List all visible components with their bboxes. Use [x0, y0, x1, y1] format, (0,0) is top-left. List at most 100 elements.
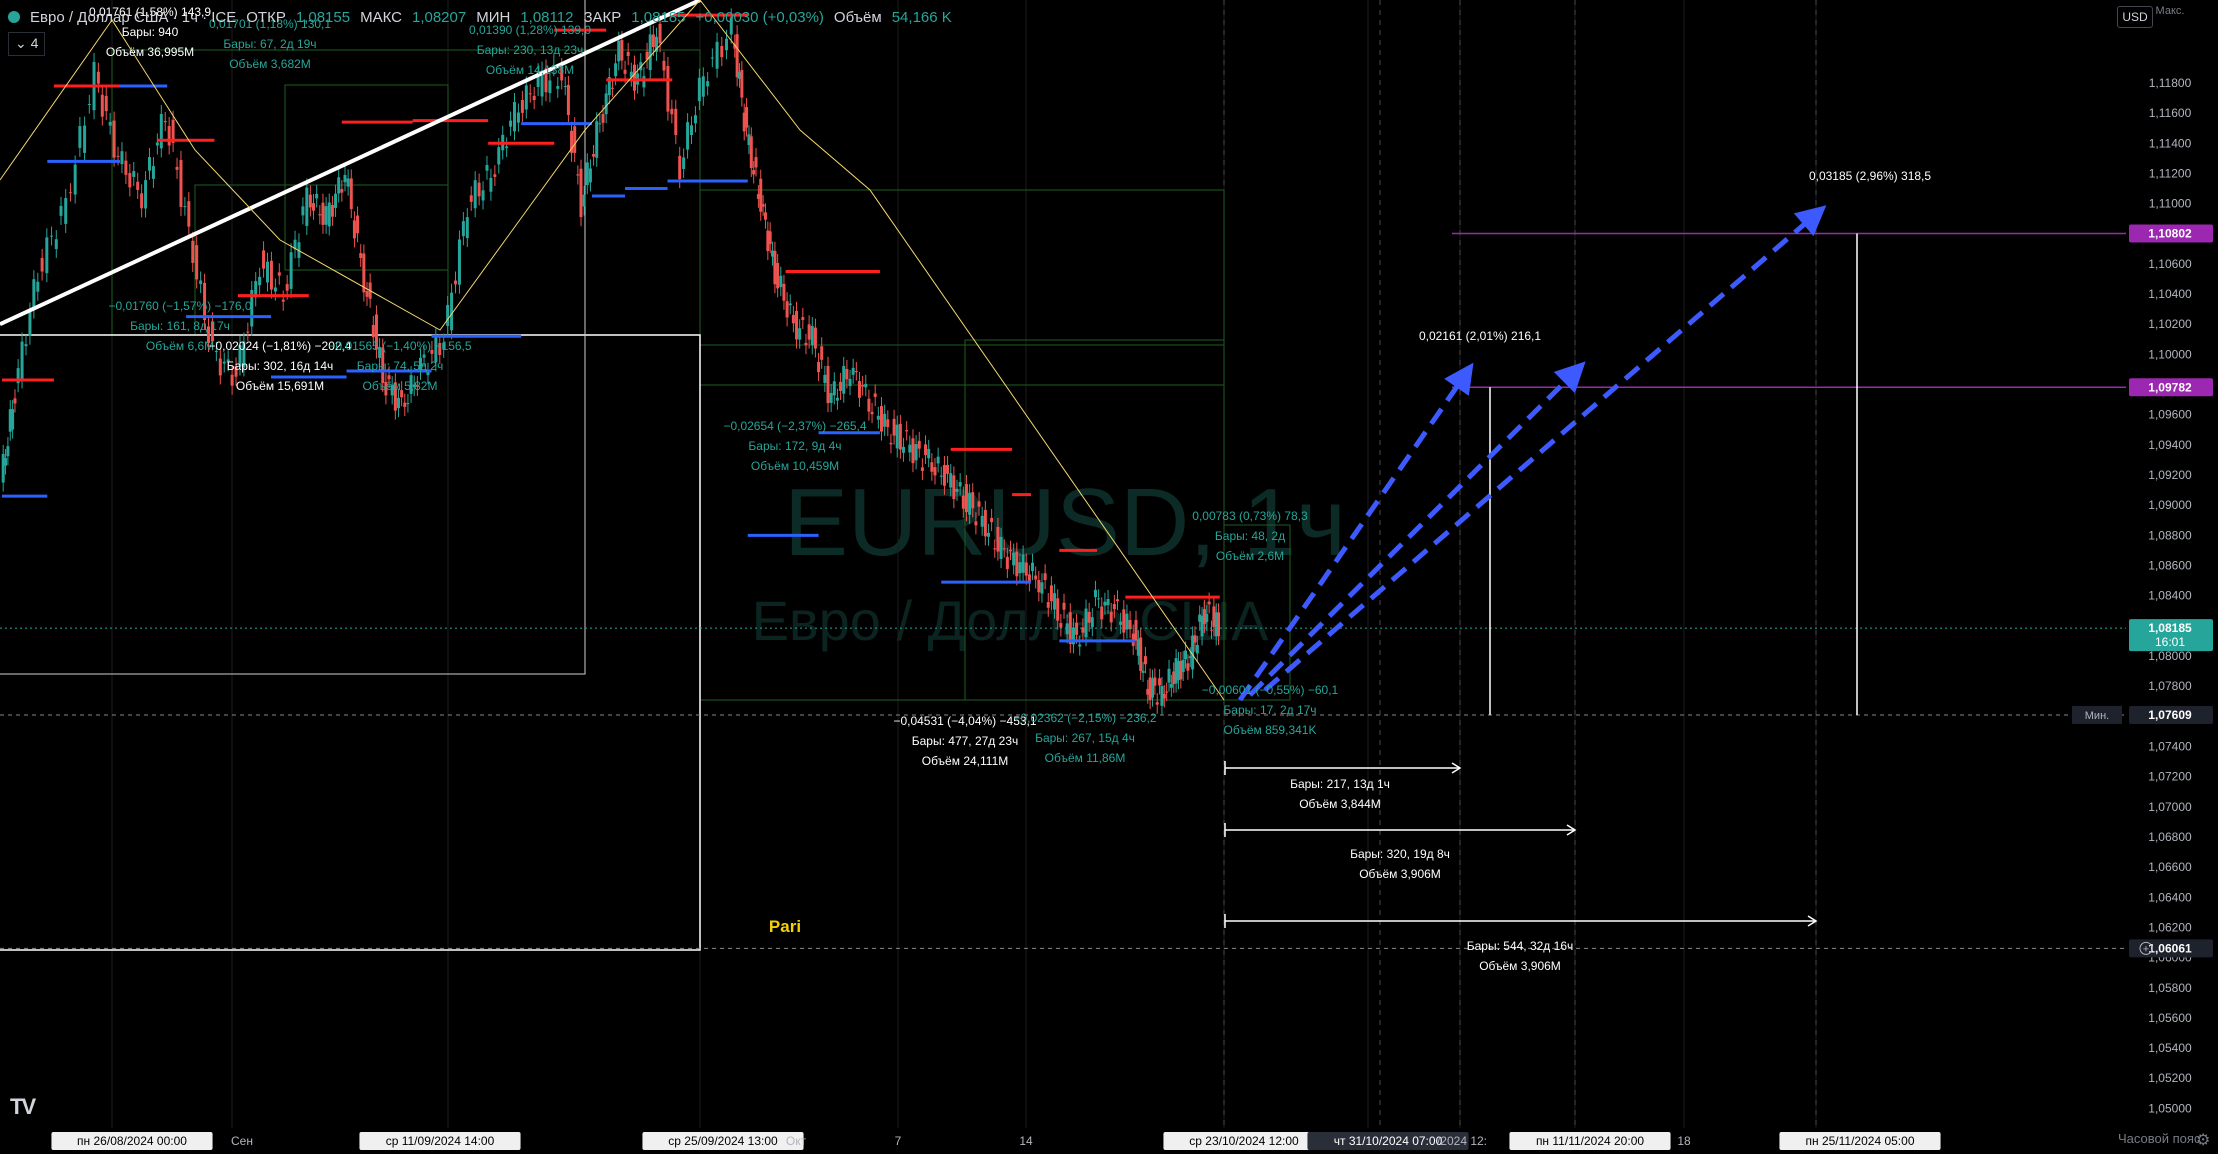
candle-body — [952, 475, 956, 500]
measure-label: Объём 11,86M — [1045, 751, 1126, 765]
measure-label: 0,02161 (2,01%) 216,1 — [1419, 329, 1541, 343]
candle-body — [6, 446, 10, 457]
min-tag: Мин. — [2085, 710, 2109, 722]
measure-label: Объём 859,341K — [1224, 723, 1317, 737]
candle-body — [108, 121, 112, 126]
candle-body — [128, 173, 132, 188]
candle-body — [183, 206, 187, 208]
candle-body — [548, 80, 552, 94]
candle-body — [59, 205, 63, 216]
candle-body — [330, 204, 334, 217]
candle-body — [148, 157, 151, 171]
candle-body — [939, 475, 943, 477]
time-label: пн 25/11/2024 05:00 — [1806, 1134, 1915, 1148]
open-value: 1,08155 — [295, 8, 351, 26]
candle-body — [1084, 608, 1088, 638]
symbol-title[interactable]: Евро / Доллар США · 1ч · ICE — [30, 9, 236, 26]
candle-body — [24, 344, 28, 347]
currency-button[interactable]: USD — [2117, 6, 2153, 28]
price-label: 1,07609 — [2148, 708, 2192, 722]
close-label: ЗАКР — [583, 8, 622, 26]
candle-body — [266, 261, 269, 283]
price-tick: 1,07000 — [2148, 800, 2192, 814]
measure-label: Бары: 17, 2д 17ч — [1223, 703, 1316, 717]
tradingview-logo-icon[interactable]: TV — [10, 1094, 36, 1120]
price-tick: 1,10200 — [2148, 317, 2192, 331]
candle-body — [936, 456, 940, 464]
measure-label: Бары: 217, 13д 1ч — [1290, 777, 1390, 791]
candle-body — [352, 220, 356, 239]
price-chart[interactable]: EURUSD, 1чЕвро / Доллар США0,01761 (1,58… — [0, 0, 2218, 1154]
candle-body — [617, 40, 621, 62]
candle-body — [1115, 599, 1119, 602]
timezone-button[interactable]: Часовой пояс — [2118, 1131, 2200, 1146]
candle-body — [104, 95, 108, 112]
candle-body — [920, 467, 924, 471]
candle-body — [167, 126, 171, 146]
candle-body — [996, 526, 1000, 552]
candle-body — [179, 159, 183, 207]
candle-body — [1193, 635, 1197, 643]
candle-body — [4, 458, 8, 466]
candle-body — [861, 384, 865, 387]
candle-body — [1106, 599, 1110, 606]
candle-body — [334, 193, 338, 208]
candle-body — [725, 38, 729, 51]
low-value: 1,08112 — [520, 8, 574, 26]
candle-body — [761, 204, 765, 207]
measure-label: Бары: 230, 13д 23ч — [477, 43, 584, 57]
gear-icon[interactable]: ⚙ — [2196, 1130, 2210, 1150]
price-tick: 1,10000 — [2148, 347, 2192, 361]
candle-body — [159, 113, 163, 149]
candle-body — [946, 464, 950, 474]
candle-body — [246, 331, 250, 333]
price-tick: 1,06600 — [2148, 860, 2192, 874]
candle-body — [807, 324, 811, 340]
price-tick: 1,06200 — [2148, 920, 2192, 934]
measure-label: Объём 36,995M — [106, 45, 194, 59]
candle-body — [1109, 611, 1113, 623]
candle-body — [1087, 611, 1091, 623]
candle-body — [124, 160, 128, 175]
candle-body — [883, 413, 887, 427]
candle-body — [620, 40, 624, 61]
candle-body — [406, 403, 410, 405]
candle-body — [1217, 612, 1221, 636]
candle-body — [20, 341, 24, 380]
candle-body — [556, 86, 560, 89]
candle-body — [505, 146, 509, 149]
candle-body — [315, 193, 319, 199]
indicators-toggle[interactable]: ⌄ 4 — [8, 32, 46, 56]
candle-body — [999, 536, 1003, 559]
candle-body — [955, 488, 959, 492]
candle-body — [11, 409, 15, 430]
candle-body — [670, 108, 674, 115]
candle-body — [1053, 593, 1057, 610]
candle-body — [1134, 619, 1138, 641]
candle-body — [40, 257, 44, 272]
candle-body — [473, 180, 477, 209]
candle-body — [898, 423, 902, 450]
candle-body — [1139, 637, 1143, 671]
candle-body — [305, 187, 309, 226]
candle-body — [682, 157, 686, 169]
candle-body — [324, 206, 328, 225]
candle-body — [175, 166, 179, 170]
candle-body — [1184, 650, 1188, 660]
candle-body — [343, 174, 347, 183]
chart-stage[interactable]: EURUSD, 1ч Евро / Доллар США 0,01761 (1,58… — [0, 0, 2218, 1154]
candle-body — [604, 93, 608, 115]
candle-body — [120, 151, 124, 165]
price-tick: 1,05400 — [2148, 1041, 2192, 1055]
measure-label: Бары: 320, 19д 8ч — [1350, 847, 1450, 861]
candle-body — [1186, 663, 1190, 671]
measure-label: Объём 10,459M — [751, 459, 839, 473]
candle-body — [1153, 677, 1157, 686]
candle-body — [642, 76, 646, 88]
candle-body — [911, 438, 915, 464]
candle-body — [1021, 554, 1025, 573]
candle-body — [601, 114, 605, 123]
candle-body — [710, 57, 714, 59]
candle-body — [1040, 582, 1044, 594]
price-tick: 1,10600 — [2148, 257, 2192, 271]
